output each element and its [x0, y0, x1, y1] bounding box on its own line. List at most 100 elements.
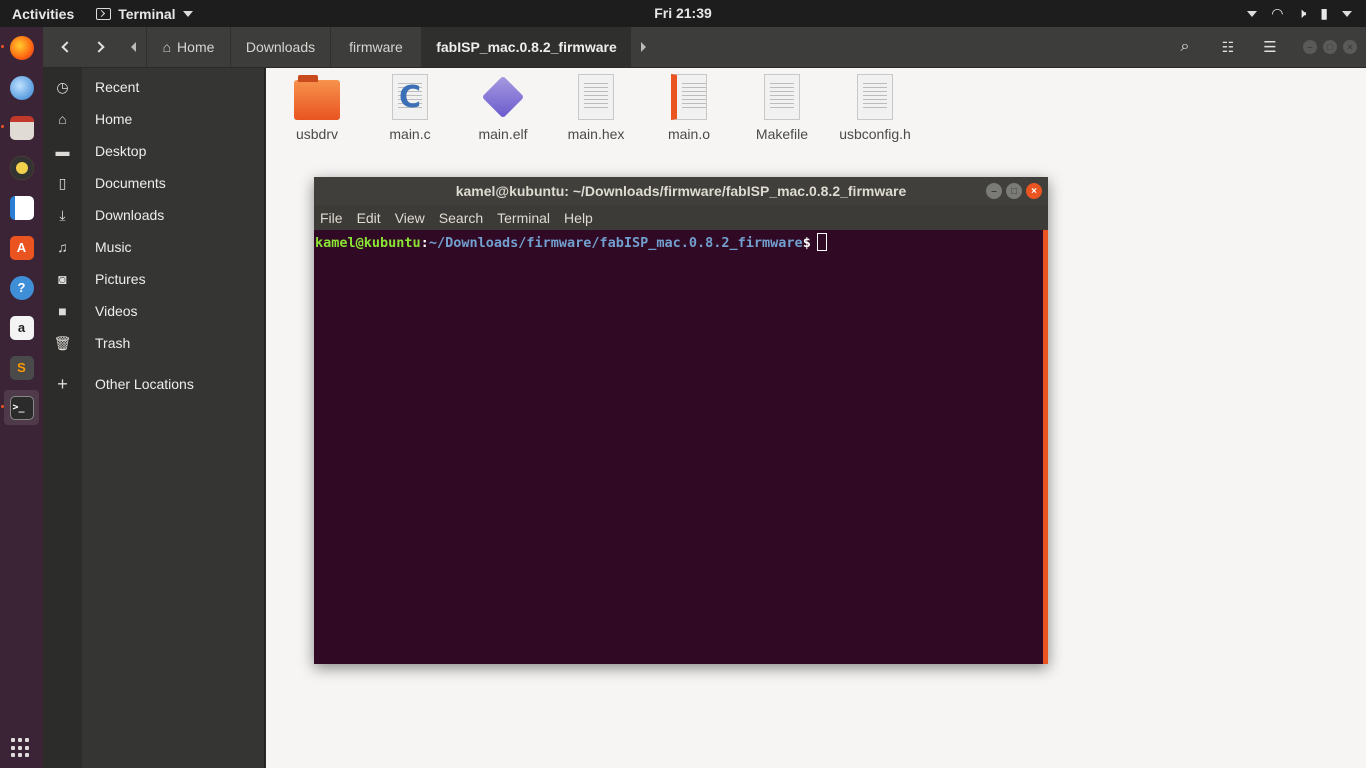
camera-icon: ◙ — [58, 271, 67, 287]
terminal-titlebar[interactable]: kamel@kubuntu: ~/Downloads/firmware/fabI… — [314, 177, 1048, 205]
breadcrumb-current-folder[interactable]: fabISP_mac.0.8.2_firmware — [421, 27, 631, 67]
home-icon: ⌂ — [162, 39, 172, 55]
close-icon: × — [1347, 42, 1353, 52]
sidebar-item-recent[interactable]: ◷ Recent — [43, 71, 265, 103]
menu-file[interactable]: File — [320, 210, 343, 226]
menu-terminal[interactable]: Terminal — [497, 210, 550, 226]
dock: A ? a S >_ — [0, 27, 43, 768]
menu-view[interactable]: View — [395, 210, 425, 226]
back-arrow-icon — [61, 41, 73, 53]
places-sidebar: ◷ Recent ⌂ Home ▬ Desktop ▯ Documents ⤓ … — [43, 68, 265, 768]
file-name: main.c — [389, 126, 431, 142]
file-item[interactable]: Makefile — [736, 74, 828, 142]
sidebar-item-label: Music — [95, 239, 132, 255]
video-camera-icon: ■ — [58, 303, 67, 319]
battery-icon[interactable]: ▮ — [1320, 5, 1328, 22]
dock-files[interactable] — [4, 110, 39, 145]
forward-arrow-icon — [93, 41, 105, 53]
search-button[interactable]: ⌕ — [1170, 33, 1200, 61]
file-item[interactable]: main.o — [643, 74, 735, 142]
breadcrumb-home[interactable]: ⌂ Home — [146, 27, 230, 67]
dock-terminal[interactable]: >_ — [4, 390, 39, 425]
breadcrumb-downloads[interactable]: Downloads — [230, 27, 330, 67]
path-scroll-right-button[interactable] — [637, 33, 649, 61]
forward-button[interactable] — [85, 33, 113, 61]
menu-help[interactable]: Help — [564, 210, 593, 226]
terminal-menubar: File Edit View Search Terminal Help — [314, 205, 1048, 230]
text-file-icon — [578, 74, 614, 120]
back-button[interactable] — [53, 33, 81, 61]
menu-button[interactable]: ☰ — [1255, 33, 1285, 61]
app-menu[interactable]: Terminal — [96, 6, 193, 22]
file-item[interactable]: usbdrv — [271, 74, 363, 142]
makefile-icon — [764, 74, 800, 120]
system-menu-chevron-icon[interactable] — [1342, 10, 1352, 17]
amazon-icon: a — [9, 315, 34, 340]
minimize-button[interactable]: – — [1303, 40, 1317, 54]
terminal-window[interactable]: kamel@kubuntu: ~/Downloads/firmware/fabI… — [314, 177, 1048, 664]
file-name: usbdrv — [295, 126, 339, 142]
wifi-icon[interactable]: ◠ — [1271, 5, 1283, 22]
executable-file-icon — [480, 74, 526, 120]
header-file-icon — [857, 74, 893, 120]
folder-icon — [294, 75, 340, 120]
c-source-file-icon: C — [392, 74, 428, 120]
prompt-path: ~/Downloads/firmware/fabISP_mac.0.8.2_fi… — [428, 235, 803, 251]
files-headerbar: ⌂ Home Downloads firmware fabISP_mac.0.8… — [43, 27, 1366, 68]
menu-edit[interactable]: Edit — [357, 210, 381, 226]
dock-sublime[interactable]: S — [4, 350, 39, 385]
view-toggle-button[interactable]: ☷ — [1213, 33, 1243, 61]
sidebar-item-downloads[interactable]: ⤓ Downloads — [43, 199, 265, 231]
sidebar-item-music[interactable]: ♫ Music — [43, 231, 265, 263]
breadcrumb-firmware[interactable]: firmware — [330, 27, 421, 67]
hamburger-menu-icon: ☰ — [1263, 39, 1277, 56]
terminal-icon — [96, 7, 112, 20]
rhythmbox-icon — [9, 155, 34, 180]
maximize-button[interactable]: □ — [1323, 40, 1337, 54]
sidebar-item-desktop[interactable]: ▬ Desktop — [43, 135, 265, 167]
file-item[interactable]: main.hex — [550, 74, 642, 142]
dock-help[interactable]: ? — [4, 270, 39, 305]
running-indicator — [1, 405, 4, 408]
activities-button[interactable]: Activities — [0, 6, 86, 22]
volume-icon[interactable]: 🕨 — [1297, 5, 1306, 22]
sidebar-item-pictures[interactable]: ◙ Pictures — [43, 263, 265, 295]
desktop-folder-icon: ▬ — [55, 143, 70, 159]
terminal-scrollbar[interactable] — [1043, 230, 1048, 664]
input-menu-chevron-icon[interactable] — [1247, 10, 1258, 17]
breadcrumb-label: Downloads — [245, 39, 316, 55]
close-button[interactable]: × — [1343, 40, 1357, 54]
maximize-button[interactable]: □ — [1006, 183, 1022, 199]
sidebar-item-documents[interactable]: ▯ Documents — [43, 167, 265, 199]
dock-software[interactable]: A — [4, 230, 39, 265]
scroll-left-icon — [130, 42, 136, 52]
close-button[interactable]: × — [1026, 183, 1042, 199]
dock-writer[interactable] — [4, 190, 39, 225]
dock-thunderbird[interactable] — [4, 70, 39, 105]
file-item[interactable]: main.elf — [457, 74, 549, 142]
terminal-output[interactable]: kamel@kubuntu:~/Downloads/firmware/fabIS… — [314, 230, 1043, 664]
dock-amazon[interactable]: a — [4, 310, 39, 345]
sidebar-item-trash[interactable]: 🗑 Trash — [43, 327, 265, 359]
path-scroll-left-button[interactable] — [127, 33, 139, 61]
sidebar-item-label: Recent — [95, 79, 140, 95]
minimize-button[interactable]: – — [986, 183, 1002, 199]
file-item[interactable]: usbconfig.h — [829, 74, 921, 142]
minimize-icon: – — [1307, 42, 1313, 52]
dock-rhythmbox[interactable] — [4, 150, 39, 185]
list-view-icon: ☷ — [1221, 38, 1235, 55]
sidebar-item-label: Desktop — [95, 143, 147, 159]
sidebar-item-other-locations[interactable]: + Other Locations — [43, 368, 265, 400]
clock[interactable]: Fri 21:39 — [0, 0, 1366, 27]
dock-firefox[interactable] — [4, 30, 39, 65]
file-name: usbconfig.h — [839, 126, 911, 142]
recent-icon: ◷ — [56, 78, 69, 95]
system-tray[interactable]: ◠ 🕨 ▮ — [1247, 0, 1352, 27]
menu-search[interactable]: Search — [439, 210, 483, 226]
file-item[interactable]: C main.c — [364, 74, 456, 142]
show-applications-icon[interactable] — [11, 738, 31, 758]
breadcrumb-label: firmware — [349, 39, 403, 55]
sublime-icon: S — [9, 355, 34, 380]
sidebar-item-home[interactable]: ⌂ Home — [43, 103, 265, 135]
sidebar-item-videos[interactable]: ■ Videos — [43, 295, 265, 327]
